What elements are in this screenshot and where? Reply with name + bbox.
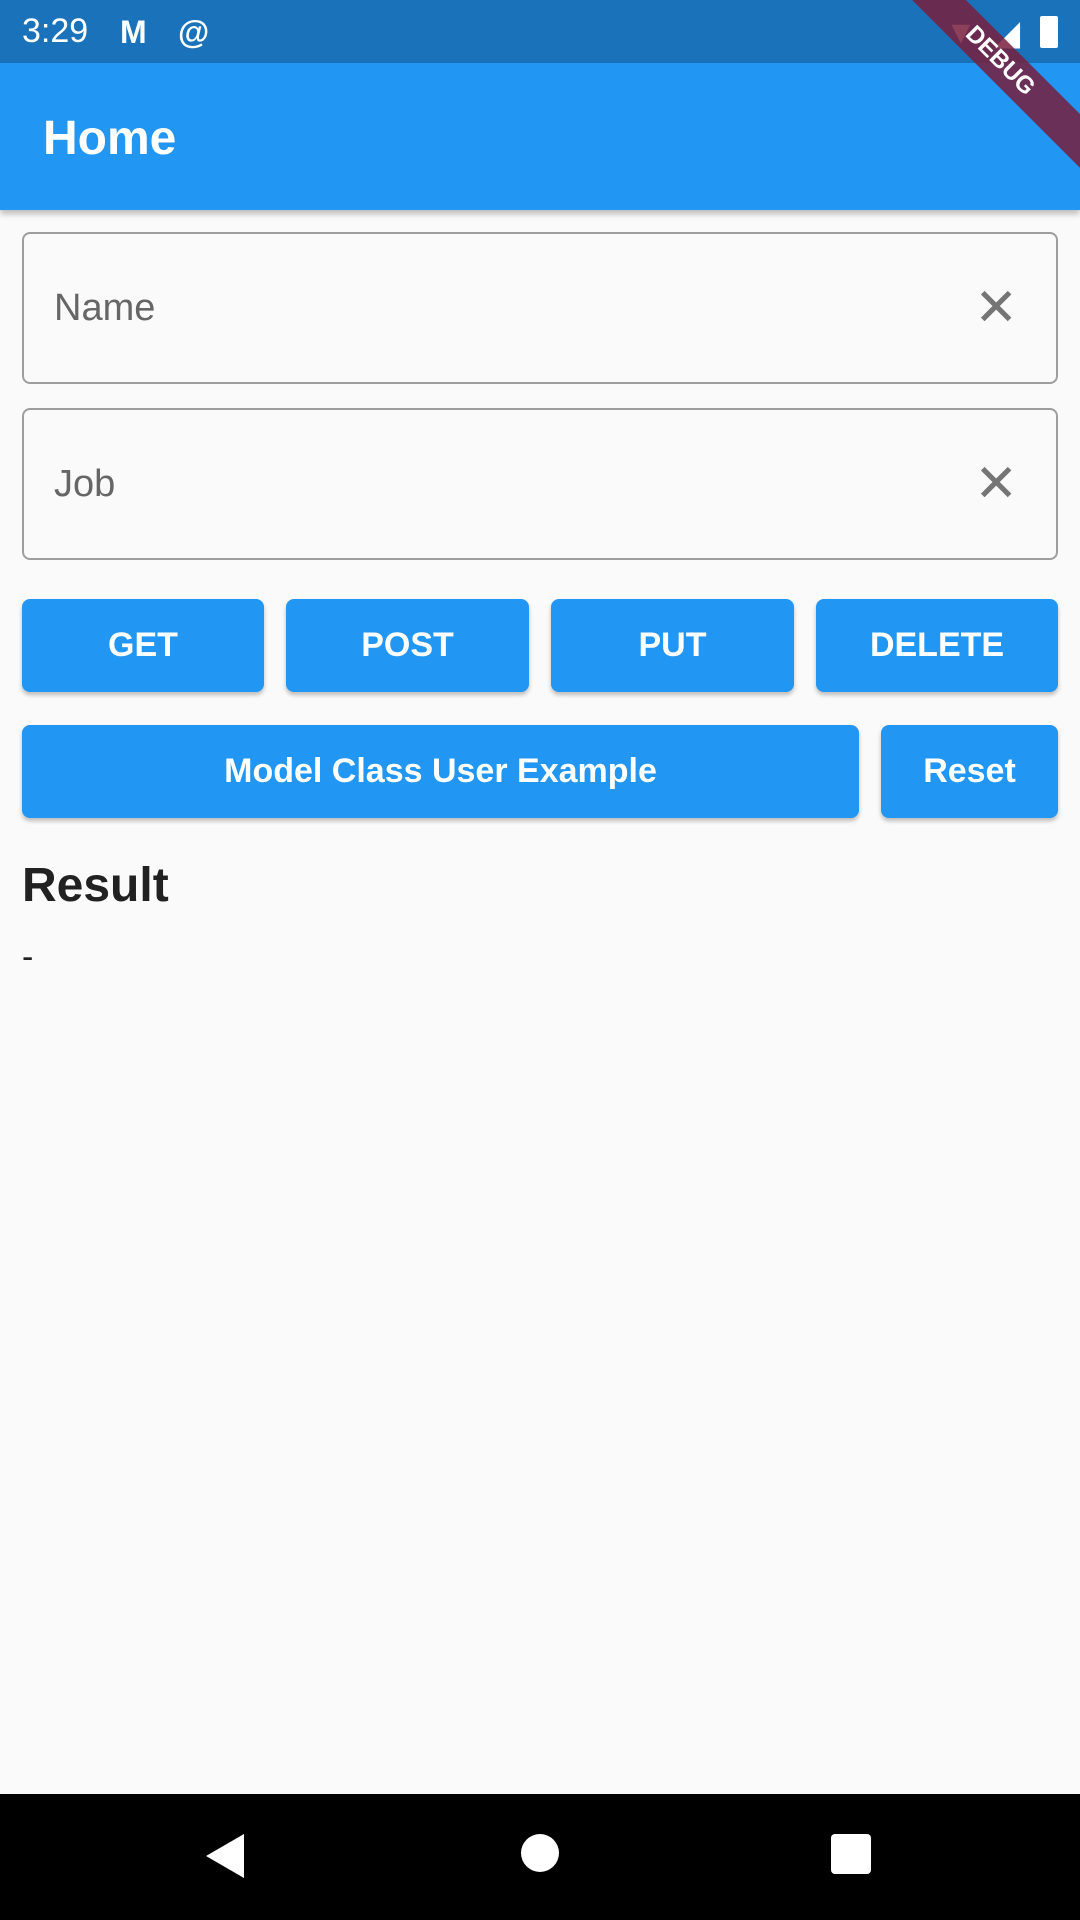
status-time: 3:29 [22, 12, 89, 50]
model-class-user-example-button[interactable]: Model Class User Example [22, 725, 859, 818]
delete-button[interactable]: DELETE [816, 599, 1058, 692]
battery-icon [1040, 16, 1058, 48]
name-input[interactable] [54, 234, 954, 382]
result-value: - [22, 938, 34, 976]
navigation-bar [0, 1794, 1080, 1920]
status-bar: 3:29 M @ ▼ ◢ [0, 0, 1080, 63]
back-icon[interactable] [206, 1834, 244, 1878]
get-button[interactable]: GET [22, 599, 264, 692]
clear-job-icon[interactable]: ✕ [974, 458, 1018, 510]
result-heading: Result [22, 859, 169, 912]
app-notification-icon: @ [178, 14, 210, 50]
gmail-icon: M [120, 14, 147, 50]
home-icon[interactable] [521, 1834, 559, 1872]
name-field[interactable]: ✕ [22, 232, 1058, 384]
put-button[interactable]: PUT [551, 599, 794, 692]
job-field[interactable]: ✕ [22, 408, 1058, 560]
recent-apps-icon[interactable] [831, 1834, 871, 1874]
post-button[interactable]: POST [286, 599, 529, 692]
clear-name-icon[interactable]: ✕ [974, 282, 1018, 334]
app-bar: Home [0, 63, 1080, 210]
job-input[interactable] [54, 410, 954, 558]
page-title: Home [43, 112, 177, 165]
reset-button[interactable]: Reset [881, 725, 1058, 818]
